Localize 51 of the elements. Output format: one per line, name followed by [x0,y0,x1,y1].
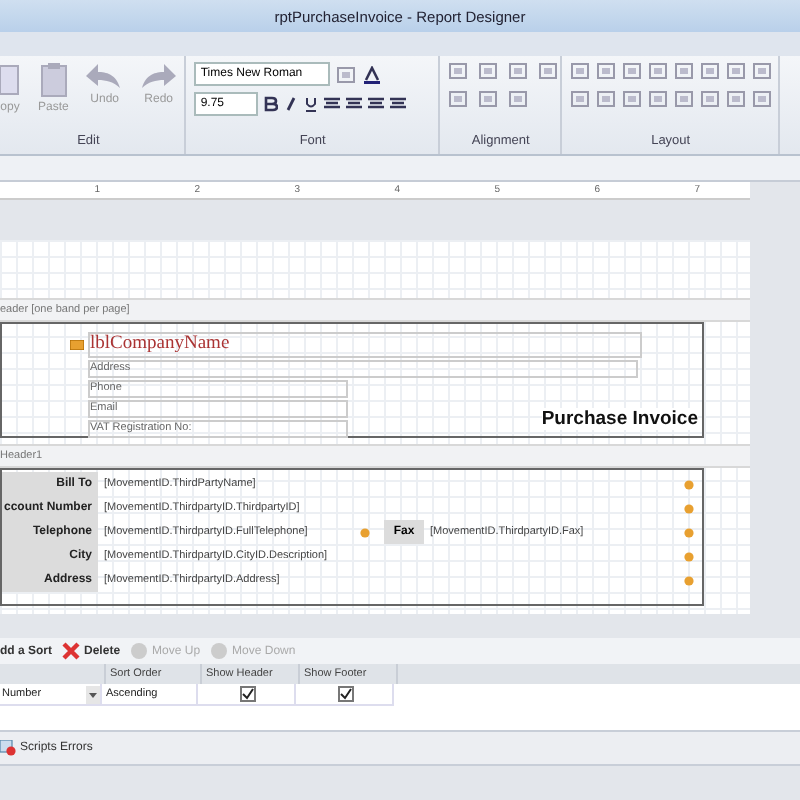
underline-icon[interactable] [304,96,319,112]
layout-icon[interactable] [596,62,617,80]
expression-icon [684,479,694,489]
layout-icon[interactable] [648,62,669,80]
align-control-icon[interactable] [478,62,499,80]
layout-icon[interactable] [700,90,721,108]
expression-icon [360,527,370,537]
expression-icon [684,503,694,513]
layout-icon[interactable] [622,62,643,80]
align-control-icon[interactable] [538,62,559,80]
bold-icon[interactable] [264,96,279,112]
move-up-icon [130,642,149,660]
align-icon[interactable] [368,96,385,112]
layout-icon[interactable] [570,90,591,108]
layout-icon[interactable] [570,62,591,80]
move-down-icon [210,642,229,660]
layout-icon[interactable] [726,90,747,108]
delete-icon [62,642,81,660]
expression-icon [684,527,694,537]
undo-icon [86,62,123,90]
layout-icon[interactable] [674,62,695,80]
layout-icon[interactable] [700,62,721,80]
layout-icon[interactable] [726,62,747,80]
field-icon [70,340,84,350]
italic-icon[interactable] [284,96,299,112]
layout-icon[interactable] [752,62,773,80]
align-control-icon[interactable] [448,62,469,80]
layout-icon[interactable] [596,90,617,108]
redo-icon [140,62,177,90]
layout-icon[interactable] [648,90,669,108]
align-icon[interactable] [390,96,407,112]
layout-icon[interactable] [674,90,695,108]
checkbox[interactable] [338,686,354,702]
checkbox[interactable] [240,686,256,702]
align-icon[interactable] [324,96,341,112]
align-control-icon[interactable] [448,90,469,108]
align-control-icon[interactable] [508,62,529,80]
align-control-icon[interactable] [478,90,499,108]
company-name-field: lblCompanyName [88,332,642,358]
align-control-icon[interactable] [508,90,529,108]
error-icon [0,740,16,756]
report-title: Purchase Invoice [541,408,698,430]
expression-icon [684,551,694,561]
layout-icon[interactable] [752,90,773,108]
clipboard-icon [39,62,68,98]
font-color-icon[interactable] [362,65,383,83]
highlight-color-icon[interactable] [336,65,357,83]
align-icon[interactable] [346,96,363,112]
layout-icon[interactable] [622,90,643,108]
expression-icon [684,575,694,585]
copy-icon [0,62,20,98]
